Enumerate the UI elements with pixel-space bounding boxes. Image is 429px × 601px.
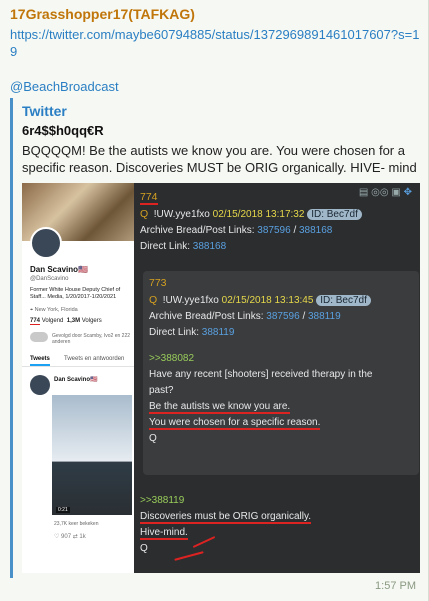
- profile-bio: Former White House Deputy Chief of Staff…: [30, 287, 121, 300]
- tweet-link[interactable]: https://twitter.com/maybe60794885/status…: [10, 26, 420, 60]
- profile-name: Dan Scavino🇺🇸: [30, 265, 88, 274]
- preview-description: BQQQQM! Be the autists we know you are. …: [22, 143, 417, 175]
- sender-name[interactable]: 17Grasshopper17(TAFKAG): [10, 6, 195, 22]
- archive-label: Archive Bread/Post Links:: [140, 225, 255, 236]
- location-text: New York, Florida: [34, 307, 78, 313]
- direct-label: Direct Link:: [149, 327, 200, 338]
- message-bubble: 17Grasshopper17(TAFKAG) https://twitter.…: [0, 0, 429, 601]
- highlight-line: Hive-mind.: [140, 527, 188, 540]
- follow-counts: 774 Volgend 1,3M Volgers: [30, 318, 102, 325]
- qpost-reply: >>388119 Discoveries must be ORIG organi…: [140, 493, 414, 557]
- archive-link-a[interactable]: 387596: [266, 311, 299, 322]
- following-label: Volgend: [41, 318, 64, 324]
- direct-label: Direct Link:: [140, 241, 191, 252]
- profile-location: ⌖ New York, Florida: [30, 307, 78, 314]
- post-text-line: past?: [149, 385, 174, 396]
- followers-count: 1,3M: [66, 318, 81, 324]
- post-author: Dan Scavino🇺🇸: [54, 377, 98, 383]
- followers-label: Volgers: [81, 318, 102, 324]
- post-trip: !UW.yye1fxo: [153, 209, 210, 220]
- post-marker: Q: [140, 208, 149, 220]
- quoted-post: 773 Q !UW.yye1fxo 02/15/2018 13:13:45 ID…: [143, 271, 419, 475]
- post-signature: Q: [149, 433, 157, 444]
- post-number: 774: [140, 191, 158, 205]
- preview-title: 6r4$$h0qq€R: [22, 123, 104, 138]
- highlight-line: Discoveries must be ORIG organically.: [140, 511, 311, 524]
- post-number: 773: [149, 277, 167, 289]
- avatar: [30, 227, 62, 259]
- followed-by: Gevolgd door Scamby, Ivo2 en 222 anderen: [52, 333, 131, 345]
- archive-link-b[interactable]: 388168: [299, 225, 332, 236]
- message-time: 1:57 PM: [375, 580, 416, 592]
- post-id-badge: ID: Bec7df: [307, 209, 362, 220]
- archive-sep: /: [293, 225, 297, 236]
- post-photo[interactable]: [52, 395, 132, 515]
- following-count: 774: [30, 318, 41, 325]
- twitter-profile-panel: Dan Scavino🇺🇸 @DanScavino Former White H…: [22, 183, 134, 573]
- post-actions: ♡ 907 ⇄ 1k: [54, 534, 86, 540]
- post-marker: Q: [149, 294, 158, 306]
- reply-ref[interactable]: >>388082: [149, 353, 194, 364]
- archive-sep: /: [302, 311, 306, 322]
- post-date: 02/15/2018 13:13:45: [221, 295, 314, 306]
- qpost-773: 773 Q !UW.yye1fxo 02/15/2018 13:13:45 ID…: [149, 275, 413, 447]
- preview-site: Twitter: [22, 103, 67, 119]
- profile-handle: @DanScavino: [30, 276, 69, 282]
- post-text-line: Have any recent [shooters] received ther…: [149, 369, 373, 380]
- post-avatar: [30, 375, 50, 395]
- qpost-774: 774 Q !UW.yye1fxo 02/15/2018 13:17:32 ID…: [140, 189, 414, 255]
- post-id-badge: ID: Bec7df: [316, 295, 371, 306]
- highlight-line: You were chosen for a specific reason.: [149, 417, 321, 430]
- followed-by-avatars: [30, 332, 48, 342]
- archive-link-a[interactable]: 387596: [257, 225, 290, 236]
- post-signature: Q: [140, 543, 148, 554]
- direct-link[interactable]: 388168: [193, 241, 226, 252]
- profile-tabs: Tweets Tweets en antwoorden: [22, 353, 134, 367]
- tab-replies[interactable]: Tweets en antwoorden: [64, 356, 124, 362]
- highlight-line: Be the autists we know you are.: [149, 401, 291, 414]
- archive-label: Archive Bread/Post Links:: [149, 311, 264, 322]
- post-date: 02/15/2018 13:17:32: [212, 209, 305, 220]
- qdrop-panel: ▤ ◎◎ ▣ ✥ 774 Q !UW.yye1fxo 02/15/2018 13…: [134, 183, 420, 573]
- tab-tweets[interactable]: Tweets: [30, 356, 50, 366]
- reply-ref[interactable]: >>388119: [140, 495, 184, 506]
- video-duration: 0:21: [56, 507, 70, 513]
- preview-image[interactable]: Dan Scavino🇺🇸 @DanScavino Former White H…: [22, 183, 420, 573]
- direct-link[interactable]: 388119: [202, 327, 235, 338]
- post-trip: !UW.yye1fxo: [162, 295, 219, 306]
- video-views: 23,7K keer bekeken: [54, 521, 99, 527]
- archive-link-b[interactable]: 388119: [308, 311, 341, 322]
- mention-link[interactable]: @BeachBroadcast: [10, 78, 119, 95]
